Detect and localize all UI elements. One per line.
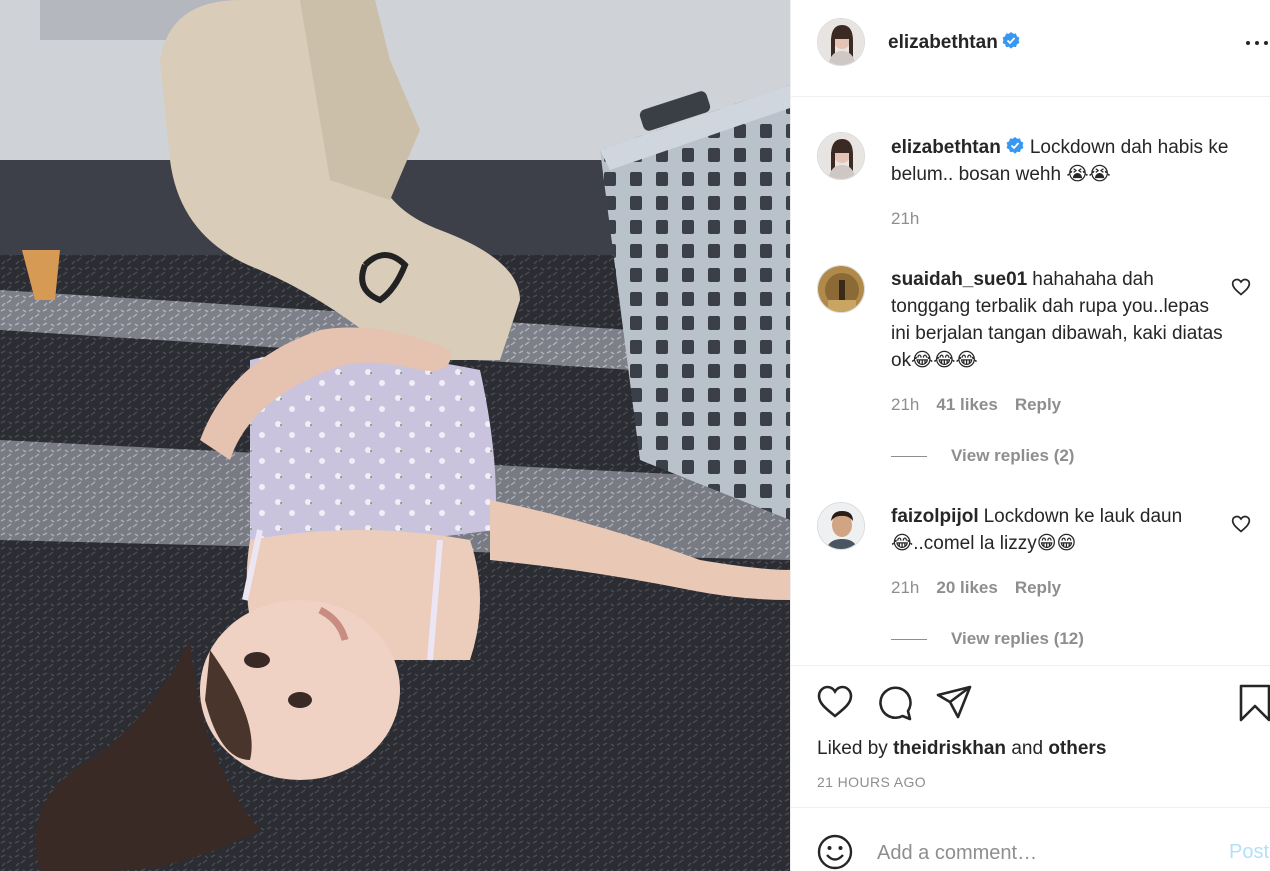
share-paper-plane-icon[interactable] (936, 685, 972, 724)
post-header: elizabethtan (791, 0, 1270, 97)
caption-username[interactable]: elizabethtan (891, 137, 1001, 158)
comment-username[interactable]: suaidah_sue01 (891, 269, 1027, 290)
save-bookmark-icon[interactable] (1239, 684, 1270, 727)
comment-likes[interactable]: 41 likes (936, 395, 997, 414)
reply-button[interactable]: Reply (1015, 395, 1061, 414)
liked-by-others[interactable]: others (1048, 738, 1106, 759)
view-replies-button[interactable]: View replies (12) (891, 629, 1084, 649)
liked-by-user[interactable]: theidriskhan (893, 738, 1006, 759)
comment-username[interactable]: faizolpijol (891, 506, 979, 527)
post-actions: Liked by theidriskhan and others 21 HOUR… (791, 665, 1270, 807)
caption-timestamp[interactable]: 21h (891, 209, 919, 228)
author-username[interactable]: elizabethtan (888, 31, 1020, 55)
add-comment-bar: Post (791, 807, 1270, 871)
post-comment-button[interactable]: Post (1229, 841, 1269, 864)
comment-text: faizolpijol Lockdown ke lauk daun 😂..come… (891, 503, 1231, 557)
replies-divider (891, 456, 927, 458)
comment-like-heart-icon[interactable] (1231, 514, 1251, 534)
comment-like-heart-icon[interactable] (1231, 277, 1251, 297)
more-options-icon[interactable] (1246, 41, 1270, 49)
view-replies-button[interactable]: View replies (2) (891, 446, 1074, 466)
caption-avatar[interactable] (817, 132, 865, 180)
author-avatar[interactable] (817, 18, 865, 66)
commenter-avatar[interactable] (817, 265, 865, 313)
header-username[interactable]: elizabethtan (888, 32, 998, 53)
emoji-smiley-icon[interactable] (817, 834, 853, 870)
comment-bubble-icon[interactable] (877, 685, 913, 726)
like-heart-icon[interactable] (817, 685, 853, 724)
view-replies-label[interactable]: View replies (2) (951, 446, 1074, 465)
view-replies-label[interactable]: View replies (12) (951, 629, 1084, 648)
post-time-ago[interactable]: 21 HOURS AGO (817, 774, 926, 790)
post-image (0, 0, 790, 871)
comment-meta: 21h 41 likes Reply (891, 395, 1061, 415)
comments-list[interactable]: elizabethtan Lockdown dah habis ke belum.… (791, 98, 1270, 665)
liked-by-prefix: Liked by (817, 738, 888, 759)
verified-badge-icon (1006, 136, 1024, 154)
comment-timestamp[interactable]: 21h (891, 578, 919, 597)
caption-time: 21h (891, 209, 919, 229)
comment-text: suaidah_sue01 hahahaha dah tonggang terba… (891, 266, 1231, 374)
commenter-avatar[interactable] (817, 502, 865, 550)
liked-by: Liked by theidriskhan and others (817, 737, 1106, 761)
verified-badge-icon (1002, 32, 1020, 50)
comment-timestamp[interactable]: 21h (891, 395, 919, 414)
comment-likes[interactable]: 20 likes (936, 578, 997, 597)
add-comment-input[interactable] (877, 838, 1207, 868)
caption-text: elizabethtan Lockdown dah habis ke belum.… (891, 134, 1231, 188)
liked-by-and: and (1011, 738, 1044, 759)
reply-button[interactable]: Reply (1015, 578, 1061, 597)
post-photo[interactable] (0, 0, 790, 871)
post-sidebar: elizabethtan elizabethtan Lockdown dah ha… (790, 0, 1270, 871)
comment-meta: 21h 20 likes Reply (891, 578, 1061, 598)
replies-divider (891, 639, 927, 641)
